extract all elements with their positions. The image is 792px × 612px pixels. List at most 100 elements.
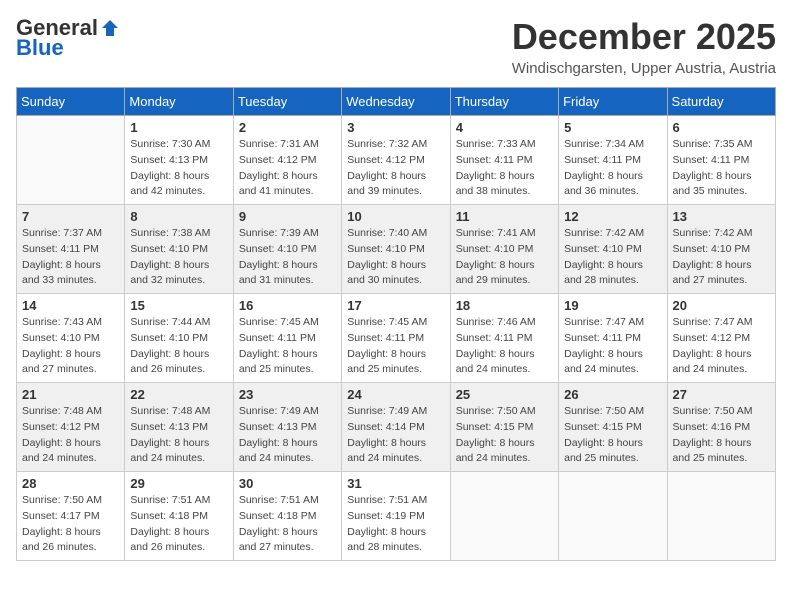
col-wednesday: Wednesday [342,88,450,116]
day-number: 4 [456,120,553,135]
day-number: 5 [564,120,661,135]
day-info: Sunrise: 7:40 AMSunset: 4:10 PMDaylight:… [347,226,444,289]
table-row: 23 Sunrise: 7:49 AMSunset: 4:13 PMDayligh… [233,383,341,472]
day-number: 8 [130,209,227,224]
table-row: 1 Sunrise: 7:30 AMSunset: 4:13 PMDaylight… [125,116,233,205]
table-row: 19 Sunrise: 7:47 AMSunset: 4:11 PMDayligh… [559,294,667,383]
day-info: Sunrise: 7:42 AMSunset: 4:10 PMDaylight:… [673,226,770,289]
table-row: 29 Sunrise: 7:51 AMSunset: 4:18 PMDayligh… [125,472,233,561]
day-number: 11 [456,209,553,224]
table-row: 27Sunrise: 7:50 AMSunset: 4:16 PMDayligh… [667,383,775,472]
day-info: Sunrise: 7:49 AMSunset: 4:14 PMDaylight:… [347,404,444,467]
table-row: 18 Sunrise: 7:46 AMSunset: 4:11 PMDayligh… [450,294,558,383]
day-number: 25 [456,387,553,402]
day-info: Sunrise: 7:46 AMSunset: 4:11 PMDaylight:… [456,315,553,378]
day-number: 21 [22,387,119,402]
col-friday: Friday [559,88,667,116]
day-number: 17 [347,298,444,313]
table-row: 26 Sunrise: 7:50 AMSunset: 4:15 PMDayligh… [559,383,667,472]
day-info: Sunrise: 7:30 AMSunset: 4:13 PMDaylight:… [130,137,227,200]
day-info: Sunrise: 7:35 AMSunset: 4:11 PMDaylight:… [673,137,770,200]
day-info: Sunrise: 7:48 AMSunset: 4:13 PMDaylight:… [130,404,227,467]
day-number: 9 [239,209,336,224]
calendar-week-row: 7 Sunrise: 7:37 AMSunset: 4:11 PMDaylight… [17,205,776,294]
table-row: 8Sunrise: 7:38 AMSunset: 4:10 PMDaylight… [125,205,233,294]
day-info: Sunrise: 7:51 AMSunset: 4:18 PMDaylight:… [130,493,227,556]
table-row: 16 Sunrise: 7:45 AMSunset: 4:11 PMDayligh… [233,294,341,383]
day-info: Sunrise: 7:39 AMSunset: 4:10 PMDaylight:… [239,226,336,289]
day-info: Sunrise: 7:51 AMSunset: 4:18 PMDaylight:… [239,493,336,556]
location-title: Windischgarsten, Upper Austria, Austria [512,60,776,77]
day-info: Sunrise: 7:34 AMSunset: 4:11 PMDaylight:… [564,137,661,200]
logo-blue-text: Blue [16,36,64,60]
day-info: Sunrise: 7:48 AMSunset: 4:12 PMDaylight:… [22,404,119,467]
calendar-header-row: Sunday Monday Tuesday Wednesday Thursday… [17,88,776,116]
col-thursday: Thursday [450,88,558,116]
table-row: 13 Sunrise: 7:42 AMSunset: 4:10 PMDayligh… [667,205,775,294]
table-row: 7 Sunrise: 7:37 AMSunset: 4:11 PMDaylight… [17,205,125,294]
day-number: 19 [564,298,661,313]
table-row: 22Sunrise: 7:48 AMSunset: 4:13 PMDayligh… [125,383,233,472]
day-number: 16 [239,298,336,313]
col-tuesday: Tuesday [233,88,341,116]
table-row: 21 Sunrise: 7:48 AMSunset: 4:12 PMDayligh… [17,383,125,472]
table-row: 20 Sunrise: 7:47 AMSunset: 4:12 PMDayligh… [667,294,775,383]
day-info: Sunrise: 7:47 AMSunset: 4:12 PMDaylight:… [673,315,770,378]
table-row [559,472,667,561]
day-info: Sunrise: 7:50 AMSunset: 4:15 PMDaylight:… [456,404,553,467]
day-info: Sunrise: 7:43 AMSunset: 4:10 PMDaylight:… [22,315,119,378]
table-row [17,116,125,205]
table-row: 17Sunrise: 7:45 AMSunset: 4:11 PMDayligh… [342,294,450,383]
table-row [667,472,775,561]
table-row: 24 Sunrise: 7:49 AMSunset: 4:14 PMDayligh… [342,383,450,472]
table-row: 14 Sunrise: 7:43 AMSunset: 4:10 PMDayligh… [17,294,125,383]
calendar-week-row: 14 Sunrise: 7:43 AMSunset: 4:10 PMDayligh… [17,294,776,383]
day-number: 18 [456,298,553,313]
day-number: 6 [673,120,770,135]
day-info: Sunrise: 7:41 AMSunset: 4:10 PMDaylight:… [456,226,553,289]
day-number: 24 [347,387,444,402]
calendar-week-row: 28 Sunrise: 7:50 AMSunset: 4:17 PMDayligh… [17,472,776,561]
day-number: 13 [673,209,770,224]
day-info: Sunrise: 7:49 AMSunset: 4:13 PMDaylight:… [239,404,336,467]
logo: General Blue [16,16,120,60]
month-title: December 2025 [512,16,776,58]
col-saturday: Saturday [667,88,775,116]
day-number: 23 [239,387,336,402]
day-number: 31 [347,476,444,491]
day-info: Sunrise: 7:47 AMSunset: 4:11 PMDaylight:… [564,315,661,378]
table-row: 30 Sunrise: 7:51 AMSunset: 4:18 PMDayligh… [233,472,341,561]
day-info: Sunrise: 7:45 AMSunset: 4:11 PMDaylight:… [239,315,336,378]
calendar-table: Sunday Monday Tuesday Wednesday Thursday… [16,87,776,561]
day-number: 26 [564,387,661,402]
calendar-week-row: 1 Sunrise: 7:30 AMSunset: 4:13 PMDaylight… [17,116,776,205]
day-number: 29 [130,476,227,491]
table-row: 6 Sunrise: 7:35 AMSunset: 4:11 PMDaylight… [667,116,775,205]
table-row: 10Sunrise: 7:40 AMSunset: 4:10 PMDayligh… [342,205,450,294]
day-number: 28 [22,476,119,491]
day-number: 7 [22,209,119,224]
table-row: 28 Sunrise: 7:50 AMSunset: 4:17 PMDayligh… [17,472,125,561]
day-number: 30 [239,476,336,491]
day-info: Sunrise: 7:50 AMSunset: 4:16 PMDaylight:… [673,404,770,467]
table-row: 5 Sunrise: 7:34 AMSunset: 4:11 PMDaylight… [559,116,667,205]
day-number: 1 [130,120,227,135]
day-info: Sunrise: 7:50 AMSunset: 4:15 PMDaylight:… [564,404,661,467]
day-number: 15 [130,298,227,313]
table-row: 2Sunrise: 7:31 AMSunset: 4:12 PMDaylight… [233,116,341,205]
day-info: Sunrise: 7:37 AMSunset: 4:11 PMDaylight:… [22,226,119,289]
day-info: Sunrise: 7:50 AMSunset: 4:17 PMDaylight:… [22,493,119,556]
day-number: 14 [22,298,119,313]
table-row: 31Sunrise: 7:51 AMSunset: 4:19 PMDayligh… [342,472,450,561]
title-area: December 2025 Windischgarsten, Upper Aus… [512,16,776,77]
table-row: 3Sunrise: 7:32 AMSunset: 4:12 PMDaylight… [342,116,450,205]
col-sunday: Sunday [17,88,125,116]
day-info: Sunrise: 7:44 AMSunset: 4:10 PMDaylight:… [130,315,227,378]
day-number: 20 [673,298,770,313]
page-header: General Blue December 2025 Windischgarst… [16,16,776,77]
table-row: 25 Sunrise: 7:50 AMSunset: 4:15 PMDayligh… [450,383,558,472]
table-row: 4Sunrise: 7:33 AMSunset: 4:11 PMDaylight… [450,116,558,205]
day-number: 12 [564,209,661,224]
day-info: Sunrise: 7:42 AMSunset: 4:10 PMDaylight:… [564,226,661,289]
day-number: 2 [239,120,336,135]
